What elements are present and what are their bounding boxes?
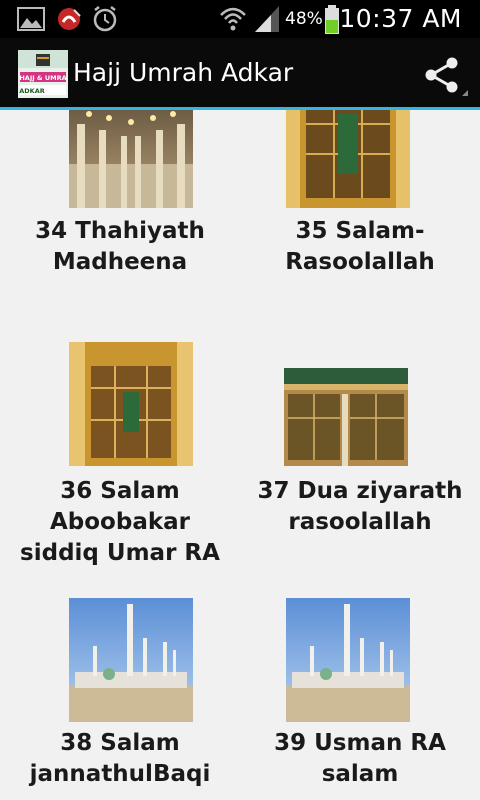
item-label: 37 Dua ziyarath rasoolallah [257, 478, 463, 535]
action-bar: HAJJ & UMRA ADKAR Hajj Umrah Adkar [0, 38, 480, 110]
item-label: 35 Salam- Rasoolallah [285, 218, 435, 275]
item-label: 36 Salam Aboobakar siddiq Umar RA [20, 478, 220, 566]
app-logo[interactable]: HAJJ & UMRA ADKAR [18, 50, 68, 98]
clock-time: 10:37 AM [339, 4, 462, 33]
grid-item-35[interactable]: 35 Salam- Rasoolallah [240, 110, 480, 342]
adkar-grid: 34 Thahiyath Madheena 35 Salam- Rasoolal… [0, 110, 480, 800]
thumbnail-image [286, 110, 410, 208]
gallery-icon [17, 7, 45, 31]
status-bar: 48% 10:37 AM [0, 0, 480, 38]
grid-item-36[interactable]: 36 Salam Aboobakar siddiq Umar RA [0, 342, 240, 594]
thumbnail-image [69, 342, 193, 466]
item-label: 39 Usman RA salam [274, 730, 446, 787]
wifi-icon [220, 7, 246, 31]
logo-text-1: HAJJ & UMRA [19, 74, 66, 82]
app-title: Hajj Umrah Adkar [73, 58, 294, 87]
thumbnail-image [286, 598, 410, 722]
logo-text-2: ADKAR [19, 87, 45, 95]
missed-call-icon [58, 8, 81, 30]
signal-icon [255, 6, 279, 32]
thumbnail-image [284, 368, 408, 466]
share-icon[interactable] [418, 50, 468, 100]
grid-item-38[interactable]: 38 Salam jannathulBaqi [0, 598, 240, 800]
grid-item-37[interactable]: 37 Dua ziyarath rasoolallah [240, 342, 480, 594]
thumbnail-image [69, 598, 193, 722]
grid-item-39[interactable]: 39 Usman RA salam [240, 598, 480, 800]
thumbnail-image [69, 110, 193, 208]
grid-item-34[interactable]: 34 Thahiyath Madheena [0, 110, 240, 342]
alarm-icon [93, 6, 117, 32]
item-label: 34 Thahiyath Madheena [35, 218, 205, 275]
item-label: 38 Salam jannathulBaqi [29, 730, 211, 787]
battery-percent: 48% [285, 9, 323, 29]
